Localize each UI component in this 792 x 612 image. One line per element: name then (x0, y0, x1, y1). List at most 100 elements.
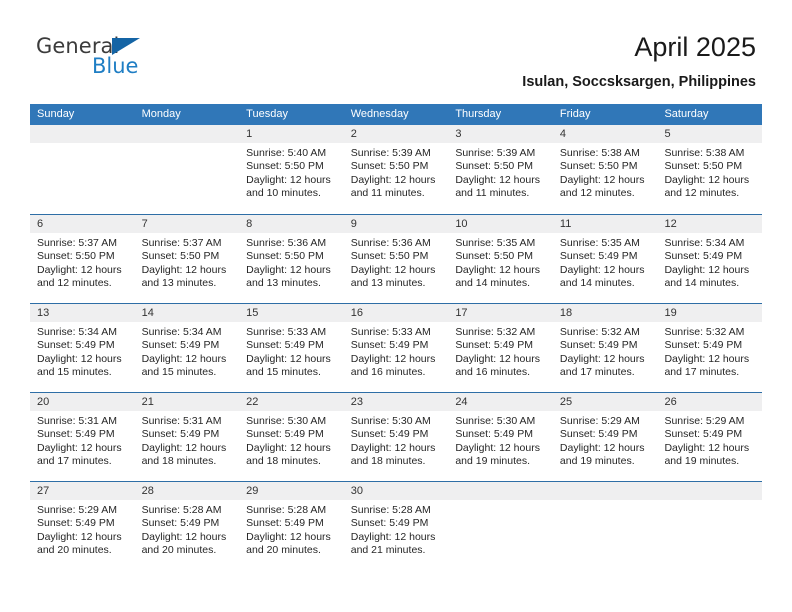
daylight-text-line1: Daylight: 12 hours (141, 530, 227, 543)
logo-blue-text: Blue (92, 54, 139, 78)
calendar-day-number: 16 (343, 304, 449, 322)
calendar-day-details: Sunrise: 5:28 AM Sunset: 5:49 PM Daylight:… (135, 500, 240, 558)
calendar-day-details (657, 500, 762, 504)
sunset-text: Sunset: 5:50 PM (246, 160, 324, 173)
sunset-text: Sunset: 5:49 PM (246, 339, 324, 352)
calendar-day-cell[interactable]: 1 Sunrise: 5:40 AM Sunset: 5:50 PM Daylight… (239, 125, 344, 214)
calendar-day-cell[interactable]: 27 Sunrise: 5:29 AM Sunset: 5:49 PM Dayligh… (30, 482, 135, 570)
calendar-day-cell[interactable]: 25 Sunrise: 5:29 AM Sunset: 5:49 PM Dayligh… (552, 393, 658, 481)
calendar-day-cell[interactable]: 16 Sunrise: 5:33 AM Sunset: 5:49 PM Dayligh… (343, 304, 449, 392)
daylight-text-line2: and 14 minutes. (455, 277, 531, 290)
calendar-day-cell[interactable]: 10 Sunrise: 5:35 AM Sunset: 5:50 PM Dayligh… (448, 215, 553, 303)
calendar-day-details: Sunrise: 5:39 AM Sunset: 5:50 PM Daylight:… (344, 143, 449, 201)
calendar-day-details: Sunrise: 5:31 AM Sunset: 5:49 PM Daylight:… (30, 411, 135, 469)
calendar-day-cell[interactable]: 7 Sunrise: 5:37 AM Sunset: 5:50 PM Daylight… (134, 215, 240, 303)
daylight-text-line2: and 15 minutes. (246, 366, 321, 379)
sunrise-text: Sunrise: 5:29 AM (559, 415, 640, 427)
calendar-day-cell[interactable]: 20 Sunrise: 5:31 AM Sunset: 5:49 PM Dayligh… (30, 393, 135, 481)
calendar-day-number: 25 (552, 393, 658, 411)
sunset-text: Sunset: 5:49 PM (455, 428, 533, 441)
calendar-weeks: 1 Sunrise: 5:40 AM Sunset: 5:50 PM Daylight… (30, 125, 763, 570)
daylight-text-line1: Daylight: 12 hours (455, 173, 540, 186)
calendar-day-details (448, 500, 553, 504)
calendar-day-number: 2 (343, 125, 449, 143)
calendar-day-cell[interactable]: 6 Sunrise: 5:37 AM Sunset: 5:50 PM Daylight… (30, 215, 135, 303)
calendar-week-row: 1 Sunrise: 5:40 AM Sunset: 5:50 PM Daylight… (30, 125, 763, 214)
calendar-day-cell[interactable]: 19 Sunrise: 5:32 AM Sunset: 5:49 PM Dayligh… (657, 304, 763, 392)
weekday-header-tuesday: Tuesday (246, 108, 288, 120)
calendar-day-details: Sunrise: 5:34 AM Sunset: 5:49 PM Daylight:… (657, 233, 762, 291)
calendar-day-cell[interactable]: 30 Sunrise: 5:28 AM Sunset: 5:49 PM Dayligh… (343, 482, 449, 570)
calendar-day-number: 19 (657, 304, 763, 322)
daylight-text-line2: and 18 minutes. (246, 455, 321, 468)
calendar-day-cell[interactable]: 8 Sunrise: 5:36 AM Sunset: 5:50 PM Daylight… (239, 215, 344, 303)
daylight-text-line1: Daylight: 12 hours (37, 352, 122, 365)
calendar-day-number (134, 125, 240, 143)
calendar-day-cell[interactable]: 15 Sunrise: 5:33 AM Sunset: 5:49 PM Dayligh… (239, 304, 344, 392)
daylight-text-line2: and 17 minutes. (664, 366, 740, 379)
calendar-day-details: Sunrise: 5:33 AM Sunset: 5:49 PM Daylight:… (239, 322, 344, 380)
calendar-day-cell-empty (134, 125, 240, 214)
calendar-day-number: 3 (448, 125, 553, 143)
sunset-text: Sunset: 5:50 PM (455, 250, 533, 263)
calendar-day-number: 1 (239, 125, 344, 143)
daylight-text-line2: and 16 minutes. (455, 366, 531, 379)
calendar-day-details: Sunrise: 5:29 AM Sunset: 5:49 PM Daylight:… (657, 411, 762, 469)
daylight-text-line2: and 10 minutes. (246, 187, 321, 200)
calendar-day-cell[interactable]: 26 Sunrise: 5:29 AM Sunset: 5:49 PM Dayligh… (657, 393, 763, 481)
calendar-day-cell[interactable]: 23 Sunrise: 5:30 AM Sunset: 5:49 PM Dayligh… (343, 393, 449, 481)
daylight-text-line2: and 15 minutes. (37, 366, 112, 379)
calendar-day-cell-empty (30, 125, 135, 214)
calendar-day-cell[interactable]: 29 Sunrise: 5:28 AM Sunset: 5:49 PM Dayligh… (239, 482, 344, 570)
sunset-text: Sunset: 5:49 PM (141, 517, 220, 530)
daylight-text-line2: and 17 minutes. (559, 366, 635, 379)
calendar-day-cell[interactable]: 4 Sunrise: 5:38 AM Sunset: 5:50 PM Daylight… (552, 125, 658, 214)
sunrise-text: Sunrise: 5:28 AM (350, 504, 431, 516)
calendar-day-cell[interactable]: 24 Sunrise: 5:30 AM Sunset: 5:49 PM Dayligh… (448, 393, 553, 481)
daylight-text-line2: and 14 minutes. (559, 277, 635, 290)
calendar-day-cell[interactable]: 9 Sunrise: 5:36 AM Sunset: 5:50 PM Daylight… (343, 215, 449, 303)
daylight-text-line2: and 15 minutes. (141, 366, 217, 379)
sunrise-text: Sunrise: 5:34 AM (664, 237, 745, 249)
calendar-day-number (448, 482, 553, 500)
calendar-day-number: 7 (134, 215, 240, 233)
calendar-day-number (657, 482, 763, 500)
calendar-day-cell[interactable]: 11 Sunrise: 5:35 AM Sunset: 5:49 PM Dayligh… (552, 215, 658, 303)
daylight-text-line1: Daylight: 12 hours (141, 263, 227, 276)
sunset-text: Sunset: 5:49 PM (350, 517, 429, 530)
logo-triangle-icon (112, 38, 140, 55)
calendar-day-cell[interactable]: 22 Sunrise: 5:30 AM Sunset: 5:49 PM Dayligh… (239, 393, 344, 481)
calendar-day-number: 23 (343, 393, 449, 411)
daylight-text-line1: Daylight: 12 hours (37, 530, 122, 543)
calendar-day-details: Sunrise: 5:33 AM Sunset: 5:49 PM Daylight:… (344, 322, 449, 380)
general-blue-logo[interactable]: General Blue (36, 34, 186, 80)
calendar-day-cell[interactable]: 18 Sunrise: 5:32 AM Sunset: 5:49 PM Dayligh… (552, 304, 658, 392)
daylight-text-line2: and 17 minutes. (37, 455, 112, 468)
calendar-day-cell[interactable]: 5 Sunrise: 5:38 AM Sunset: 5:50 PM Daylight… (657, 125, 763, 214)
calendar-day-cell[interactable]: 17 Sunrise: 5:32 AM Sunset: 5:49 PM Dayligh… (448, 304, 553, 392)
calendar-day-details: Sunrise: 5:29 AM Sunset: 5:49 PM Daylight:… (30, 500, 135, 558)
calendar-day-details: Sunrise: 5:31 AM Sunset: 5:49 PM Daylight:… (135, 411, 240, 469)
sunrise-text: Sunrise: 5:34 AM (141, 326, 222, 338)
calendar-day-cell[interactable]: 28 Sunrise: 5:28 AM Sunset: 5:49 PM Dayligh… (134, 482, 240, 570)
calendar-day-details: Sunrise: 5:30 AM Sunset: 5:49 PM Daylight:… (448, 411, 553, 469)
daylight-text-line1: Daylight: 12 hours (455, 263, 540, 276)
calendar-day-number: 8 (239, 215, 344, 233)
daylight-text-line1: Daylight: 12 hours (455, 352, 540, 365)
sunset-text: Sunset: 5:50 PM (664, 160, 743, 173)
calendar-day-cell[interactable]: 3 Sunrise: 5:39 AM Sunset: 5:50 PM Daylight… (448, 125, 553, 214)
sunset-text: Sunset: 5:49 PM (455, 339, 533, 352)
calendar-day-cell[interactable]: 14 Sunrise: 5:34 AM Sunset: 5:49 PM Dayligh… (134, 304, 240, 392)
calendar-day-cell[interactable]: 13 Sunrise: 5:34 AM Sunset: 5:49 PM Dayligh… (30, 304, 135, 392)
calendar-day-details: Sunrise: 5:34 AM Sunset: 5:49 PM Daylight:… (135, 322, 240, 380)
sunset-text: Sunset: 5:49 PM (664, 339, 743, 352)
calendar-day-details: Sunrise: 5:38 AM Sunset: 5:50 PM Daylight:… (657, 143, 762, 201)
calendar-day-number: 30 (343, 482, 449, 500)
calendar-day-cell[interactable]: 12 Sunrise: 5:34 AM Sunset: 5:49 PM Dayligh… (657, 215, 763, 303)
calendar-day-cell[interactable]: 2 Sunrise: 5:39 AM Sunset: 5:50 PM Daylight… (343, 125, 449, 214)
sunrise-text: Sunrise: 5:30 AM (350, 415, 431, 427)
calendar-day-cell[interactable]: 21 Sunrise: 5:31 AM Sunset: 5:49 PM Dayligh… (134, 393, 240, 481)
daylight-text-line2: and 20 minutes. (141, 544, 217, 557)
sunrise-text: Sunrise: 5:32 AM (455, 326, 536, 338)
sunset-text: Sunset: 5:49 PM (37, 428, 115, 441)
